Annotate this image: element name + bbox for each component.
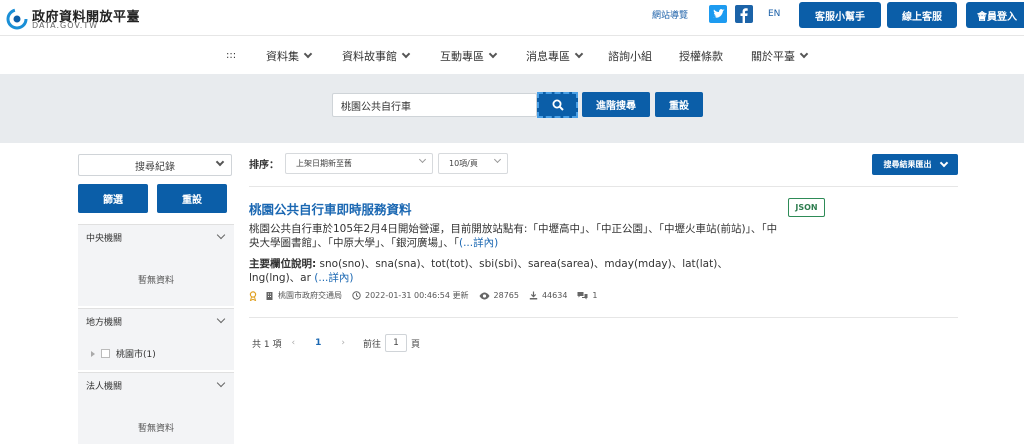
- comment-count: 1: [592, 291, 598, 300]
- nav-datasets[interactable]: 資料集: [266, 48, 313, 64]
- nav-advisory[interactable]: 諮詢小組: [608, 48, 652, 64]
- result-divider: [249, 317, 958, 318]
- tree-item-label: 桃園市(1): [116, 350, 156, 360]
- header-divider: [0, 35, 1024, 36]
- chevron-down-icon: [488, 49, 498, 59]
- chevron-down-icon: [215, 157, 225, 167]
- local-agency-panel: 地方機關 桃園市(1): [78, 308, 234, 370]
- panel-empty-text: 暫無資料: [137, 276, 174, 286]
- chevron-down-icon[interactable]: [216, 230, 226, 240]
- sort-select-value: 上架日期新至舊: [296, 159, 352, 168]
- panel-title[interactable]: 法人機關: [86, 373, 122, 397]
- pagination: 共 1 項 ‹ 1 › 前往 1 頁: [252, 334, 420, 352]
- site-subtitle: DATA.GOV.TW: [32, 21, 99, 30]
- nav-label: 資料故事館: [342, 50, 397, 63]
- prev-page-icon[interactable]: ‹: [291, 338, 295, 348]
- format-badge-json[interactable]: JSON: [788, 198, 825, 217]
- search-icon: [552, 99, 564, 111]
- download-icon: [529, 291, 538, 300]
- chevron-down-icon: [418, 155, 427, 164]
- eye-icon: [479, 292, 490, 299]
- chevron-down-icon: [799, 49, 809, 59]
- chevron-down-icon[interactable]: [216, 378, 226, 388]
- award-icon: [249, 290, 257, 301]
- toolbar-divider: [249, 186, 958, 187]
- chevron-down-icon: [939, 158, 948, 167]
- comments-icon: [577, 292, 588, 300]
- chevron-down-icon[interactable]: [216, 314, 226, 324]
- tree-item-taoyuan[interactable]: 桃園市(1): [91, 347, 156, 360]
- panel-title[interactable]: 中央機關: [86, 225, 122, 249]
- page-unit-label: 頁: [410, 339, 420, 350]
- clock-icon: [352, 291, 361, 300]
- fields-more-link[interactable]: (...詳內): [314, 272, 353, 284]
- facebook-icon[interactable]: [735, 5, 753, 23]
- view-count: 28765: [493, 291, 519, 300]
- chevron-down-icon: [574, 49, 584, 59]
- search-history-select[interactable]: 搜尋紀錄: [78, 154, 232, 176]
- advanced-search-button[interactable]: 進階搜尋: [582, 92, 650, 117]
- twitter-icon[interactable]: [709, 5, 727, 23]
- updated-time: 2022-01-31 00:46:54 更新: [365, 291, 469, 300]
- goto-page-input[interactable]: 1: [384, 334, 407, 352]
- nav-label: 關於平臺: [751, 50, 795, 63]
- nav-license[interactable]: 授權條款: [679, 48, 723, 64]
- dataset-meta: 桃園市政府交通局 2022-01-31 00:46:54 更新 28765 44…: [249, 290, 598, 301]
- agency-name[interactable]: 桃園市政府交通局: [278, 290, 342, 301]
- download-count: 44634: [541, 291, 568, 300]
- nav-label: 資料集: [266, 50, 299, 63]
- search-input[interactable]: 桃園公共自行車: [332, 93, 537, 117]
- search-history-label: 搜尋紀錄: [135, 161, 175, 173]
- search-input-value: 桃園公共自行車: [341, 101, 411, 113]
- nav-label: 諮詢小組: [608, 50, 652, 63]
- next-page-icon[interactable]: ›: [341, 338, 345, 348]
- export-results-button[interactable]: 搜尋結果匯出: [872, 154, 958, 175]
- panel-empty-text: 暫無資料: [137, 424, 174, 434]
- sort-label: 排序：: [249, 160, 279, 171]
- page-size-value: 10項/頁: [449, 159, 478, 168]
- dataset-description: 桃園公共自行車於105年2月4日開始營運，目前開放站點有:「中壢高中」、「中正公…: [249, 222, 779, 250]
- nav-data-stories[interactable]: 資料故事館: [342, 48, 411, 64]
- description-more-link[interactable]: (...詳內): [459, 237, 498, 249]
- language-switch[interactable]: EN: [768, 9, 780, 19]
- legal-entity-panel: 法人機關 暫無資料: [78, 372, 234, 444]
- accesskey-anchor[interactable]: :::: [226, 50, 236, 61]
- nav-news[interactable]: 消息專區: [526, 48, 584, 64]
- fields-label: 主要欄位說明:: [249, 258, 317, 270]
- filter-reset-button[interactable]: 重設: [157, 184, 227, 213]
- member-login-button[interactable]: 會員登入: [966, 2, 1024, 28]
- panel-title[interactable]: 地方機關: [86, 309, 122, 333]
- filter-button[interactable]: 篩選: [78, 184, 148, 213]
- nav-interactive[interactable]: 互動專區: [440, 48, 498, 64]
- chevron-down-icon: [493, 155, 502, 164]
- page-size-select[interactable]: 10項/頁: [438, 153, 508, 174]
- nav-about[interactable]: 關於平臺: [751, 48, 809, 64]
- expand-arrow-icon[interactable]: [91, 350, 95, 357]
- goto-label: 前往: [362, 339, 381, 350]
- total-count: 共 1 項: [252, 339, 282, 350]
- export-label: 搜尋結果匯出: [883, 160, 932, 169]
- central-agency-panel: 中央機關 暫無資料: [78, 224, 234, 306]
- nav-label: 消息專區: [526, 50, 570, 63]
- building-icon: [266, 292, 273, 300]
- page-number-current[interactable]: 1: [315, 338, 321, 348]
- dataset-title-link[interactable]: 桃園公共自行車即時服務資料: [249, 199, 412, 218]
- chevron-down-icon: [303, 49, 313, 59]
- data-gov-logo-icon[interactable]: [6, 8, 28, 30]
- nav-label: 授權條款: [679, 50, 723, 63]
- online-service-button[interactable]: 線上客服: [887, 2, 957, 28]
- nav-label: 互動專區: [440, 50, 484, 63]
- search-button[interactable]: [537, 92, 578, 118]
- search-reset-button[interactable]: 重設: [655, 92, 703, 117]
- sitemap-link[interactable]: 網站導覽: [652, 8, 688, 21]
- taoyuan-checkbox[interactable]: [101, 349, 110, 358]
- help-assistant-button[interactable]: 客服小幫手: [799, 2, 881, 28]
- dataset-fields: 主要欄位說明: sno(sno)、sna(sna)、tot(tot)、sbi(s…: [249, 257, 749, 285]
- chevron-down-icon: [401, 49, 411, 59]
- description-text: 桃園公共自行車於105年2月4日開始營運，目前開放站點有:「中壢高中」、「中正公…: [249, 223, 778, 249]
- sort-select[interactable]: 上架日期新至舊: [285, 153, 433, 174]
